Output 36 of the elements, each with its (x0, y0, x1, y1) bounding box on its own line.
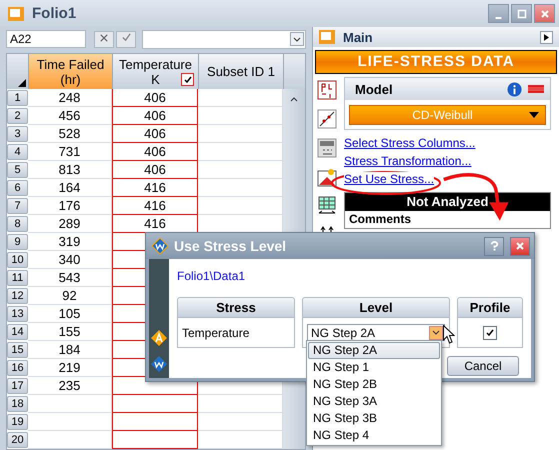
comments-label: Comments (348, 211, 412, 228)
banner: LIFE-STRESS DATA (315, 50, 557, 74)
column-header: Stress (177, 297, 295, 318)
folio-path: Folio1\Data1 (177, 269, 246, 283)
table-cell: Temperature (177, 318, 295, 348)
table-cell: 813 (28, 161, 112, 179)
table-cell: 406 (112, 107, 198, 125)
table-cell: 406 (112, 161, 198, 179)
table-cell: 416 (112, 197, 198, 215)
dialog-title: Use Stress Level (174, 238, 288, 254)
table-cell: 176 (28, 197, 112, 215)
table-cell: 155 (28, 323, 112, 341)
model-label: Model (355, 82, 394, 96)
table-cell: 456 (28, 107, 112, 125)
panel-title: Main (343, 30, 374, 44)
window-title: Folio1 (32, 5, 78, 22)
table-cell: 416 (112, 179, 198, 197)
status-header: Not Analyzed (345, 193, 550, 211)
table-cell: 105 (28, 305, 112, 323)
column-header: Level (302, 297, 450, 318)
column-header: Profile (457, 297, 523, 318)
table-cell: 528 (28, 125, 112, 143)
table-cell: 184 (28, 341, 112, 359)
table-cell: 92 (28, 287, 112, 305)
table-cell: 731 (28, 143, 112, 161)
table-cell: 406 (112, 89, 198, 107)
table-cell: 164 (28, 179, 112, 197)
table-cell: 248 (28, 89, 112, 107)
table-cell: 406 (112, 125, 198, 143)
table-cell: 340 (28, 251, 112, 269)
table-cell: 406 (112, 143, 198, 161)
table-cell: 543 (28, 269, 112, 287)
table-cell: 235 (28, 377, 112, 395)
table-cell: 289 (28, 215, 112, 233)
table-cell: 219 (28, 359, 112, 377)
table-cell: 319 (28, 233, 112, 251)
